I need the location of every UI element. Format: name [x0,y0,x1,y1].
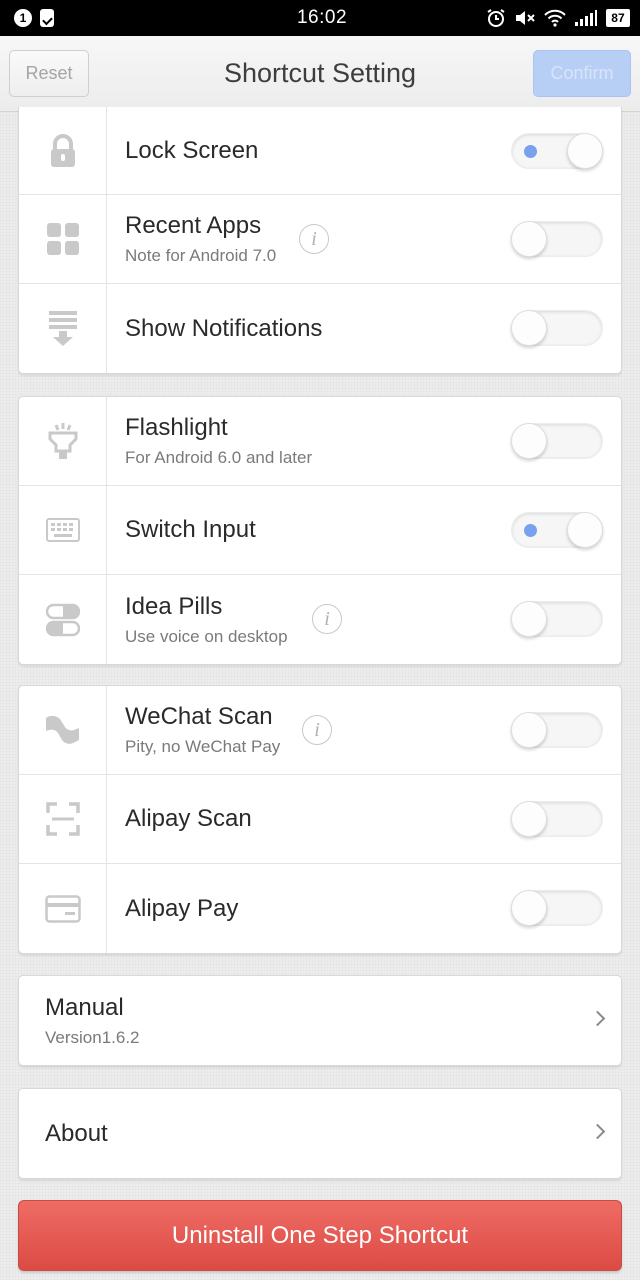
toggle-on-indicator [524,145,537,158]
shortcut-group-3: WeChat Scan Pity, no WeChat Pay i Alipay… [18,685,622,954]
notification-badge-icon: 1 [14,9,32,27]
toggle-knob [511,890,547,926]
battery-icon: 87 [605,9,630,27]
alipay-pay-toggle[interactable] [511,890,603,926]
page-title: Shortcut Setting [223,58,417,88]
reset-button[interactable]: Reset [9,50,89,97]
wechat-scan-toggle[interactable] [511,712,603,748]
info-icon[interactable]: i [302,715,332,745]
toggle-knob [567,512,603,548]
setting-row-idea-pills[interactable]: Idea Pills Use voice on desktop i [19,575,621,664]
setting-row-show-notifications[interactable]: Show Notifications [19,284,621,373]
shortcut-group-2: Flashlight For Android 6.0 and later Swi… [18,396,622,665]
toggle-knob [567,133,603,169]
lock-screen-toggle[interactable] [511,133,603,169]
pills-icon [45,603,80,637]
manual-card[interactable]: Manual Version1.6.2 [18,975,622,1066]
keyboard-icon [45,518,80,542]
setting-row-wechat-scan[interactable]: WeChat Scan Pity, no WeChat Pay i [19,686,621,775]
setting-row-switch-input[interactable]: Switch Input [19,486,621,575]
idea-pills-toggle[interactable] [511,601,603,637]
toggle-knob [511,712,547,748]
toggle-knob [511,601,547,637]
info-icon[interactable]: i [299,224,329,254]
manual-title: Manual [45,993,124,1021]
scan-frame-icon [45,802,80,836]
manual-row[interactable]: Manual Version1.6.2 [19,976,621,1065]
confirm-button[interactable]: Confirm [533,50,631,97]
chevron-right-icon [589,1123,606,1140]
clipboard-check-icon [40,9,54,27]
info-icon[interactable]: i [312,604,342,634]
about-row[interactable]: About [19,1089,621,1178]
manual-version: Version1.6.2 [45,1027,140,1047]
toggle-knob [511,801,547,837]
uninstall-button[interactable]: Uninstall One Step Shortcut [18,1200,622,1271]
mute-icon [514,8,536,28]
alarm-icon [486,8,506,28]
recent-apps-toggle[interactable] [511,221,603,257]
grid-apps-icon [46,223,79,255]
setting-row-flashlight[interactable]: Flashlight For Android 6.0 and later [19,397,621,486]
shortcut-group-1: Lock Screen Recent Apps Note for Android… [18,107,622,374]
setting-row-recent-apps[interactable]: Recent Apps Note for Android 7.0 i [19,195,621,284]
switch-input-toggle[interactable] [511,512,603,548]
setting-row-lock-screen[interactable]: Lock Screen [19,107,621,195]
header-bar: Reset Shortcut Setting Confirm [0,36,640,112]
alipay-scan-toggle[interactable] [511,801,603,837]
card-icon [44,894,81,923]
flashlight-toggle[interactable] [511,423,603,459]
setting-row-alipay-scan[interactable]: Alipay Scan [19,775,621,864]
status-bar: 1 16:02 87 [0,0,640,36]
flashlight-icon [47,423,79,459]
toggle-knob [511,423,547,459]
toggle-knob [511,310,547,346]
status-time: 16:02 [296,7,348,28]
signal-icon [574,9,598,27]
show-notifications-toggle[interactable] [511,310,603,346]
about-title: About [45,1119,108,1147]
toggle-knob [511,221,547,257]
lock-icon [48,133,78,168]
about-card[interactable]: About [18,1088,622,1179]
toggle-on-indicator [524,524,537,537]
wechat-scan-icon [45,714,81,746]
wifi-icon [544,9,566,27]
notification-drop-icon [48,310,77,347]
setting-row-alipay-pay[interactable]: Alipay Pay [19,864,621,953]
